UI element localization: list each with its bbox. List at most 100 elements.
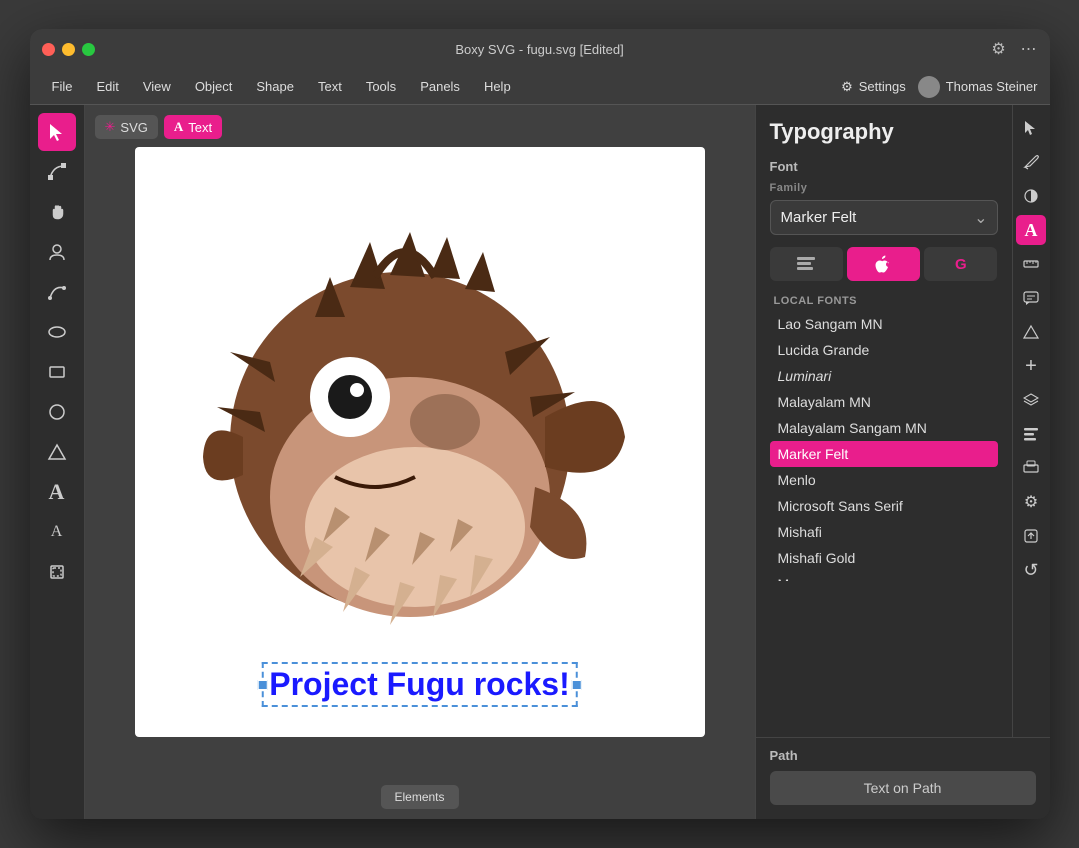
menu-tools[interactable]: Tools	[356, 75, 406, 98]
pan-tool[interactable]	[38, 193, 76, 231]
text-tool-small[interactable]: A	[38, 513, 76, 551]
user-name: Thomas Steiner	[946, 79, 1038, 94]
menu-panels[interactable]: Panels	[410, 75, 470, 98]
left-toolbar: A A	[30, 105, 85, 819]
close-button[interactable]	[42, 43, 55, 56]
export-panel-icon[interactable]	[1016, 521, 1046, 551]
font-item-mishafi[interactable]: Mishafi	[770, 519, 998, 545]
menu-view[interactable]: View	[133, 75, 181, 98]
menubar-right: ⚙ Settings Thomas Steiner	[841, 76, 1037, 98]
menu-shape[interactable]: Shape	[246, 75, 304, 98]
arch-icon	[1023, 460, 1039, 476]
plus-panel-icon[interactable]: +	[1016, 351, 1046, 381]
arch-panel-icon[interactable]	[1016, 453, 1046, 483]
panel-title: Typography	[770, 119, 998, 145]
canvas-surface[interactable]: Project Fugu rocks!	[135, 147, 705, 737]
font-item-malayalam-mn[interactable]: Malayalam MN	[770, 389, 998, 415]
font-item-marker-felt[interactable]: Marker Felt	[770, 441, 998, 467]
font-item-monaco[interactable]: Monaco	[770, 571, 998, 581]
menu-help[interactable]: Help	[474, 75, 521, 98]
circle-tool[interactable]	[38, 393, 76, 431]
cursor-panel-icon[interactable]	[1016, 113, 1046, 143]
align-icon	[1023, 426, 1039, 442]
font-family-select[interactable]: Marker Felt	[770, 200, 998, 235]
settings-button[interactable]: ⚙ Settings	[841, 79, 906, 95]
elements-button[interactable]: Elements	[380, 785, 458, 809]
menubar: File Edit View Object Shape Text Tools P…	[30, 69, 1050, 105]
text-handle-left[interactable]	[257, 680, 267, 690]
apple-fonts-tab[interactable]	[847, 247, 920, 281]
canvas-text-element[interactable]: Project Fugu rocks!	[261, 662, 578, 707]
font-section-label: Font	[770, 159, 998, 174]
google-fonts-tab[interactable]: G	[924, 247, 997, 281]
tab-svg-label: SVG	[120, 120, 147, 135]
triangle-panel-icon[interactable]	[1016, 317, 1046, 347]
contrast-panel-icon[interactable]	[1016, 181, 1046, 211]
menu-text[interactable]: Text	[308, 75, 352, 98]
main-content: A A ✳ SVG A Text	[30, 105, 1050, 819]
text-tool-large[interactable]: A	[38, 473, 76, 511]
app-window: Boxy SVG - fugu.svg [Edited] ⚙ ⋯ File Ed…	[30, 29, 1050, 819]
align-panel-icon[interactable]	[1016, 419, 1046, 449]
fugu-illustration	[175, 197, 665, 687]
menu-object[interactable]: Object	[185, 75, 243, 98]
pen-panel-icon[interactable]	[1016, 147, 1046, 177]
undo-panel-icon[interactable]: ↺	[1016, 555, 1046, 585]
cursor-icon	[1023, 120, 1039, 136]
comment-panel-icon[interactable]	[1016, 283, 1046, 313]
all-fonts-tab[interactable]	[770, 247, 843, 281]
tab-text[interactable]: A Text	[164, 115, 222, 139]
canvas-text-content: Project Fugu rocks!	[269, 666, 570, 702]
window-title: Boxy SVG - fugu.svg [Edited]	[455, 42, 623, 57]
apple-icon	[875, 255, 891, 273]
text-handle-right[interactable]	[572, 680, 582, 690]
node-tool[interactable]	[38, 153, 76, 191]
triangle-tool[interactable]	[38, 433, 76, 471]
font-item-malayalam-sangam[interactable]: Malayalam Sangam MN	[770, 415, 998, 441]
family-label: Family	[770, 182, 998, 194]
export-icon	[1023, 528, 1039, 544]
font-item-luminari[interactable]: Luminari	[770, 363, 998, 389]
maximize-button[interactable]	[82, 43, 95, 56]
contrast-icon	[1023, 188, 1039, 204]
all-fonts-icon	[797, 257, 815, 271]
font-family-dropdown[interactable]: Marker Felt	[770, 200, 998, 235]
canvas-area: ✳ SVG A Text	[85, 105, 755, 819]
settings-label: Settings	[859, 79, 906, 94]
path-section: Path Text on Path	[756, 737, 1050, 819]
crop-tool[interactable]	[38, 553, 76, 591]
canvas-tabs: ✳ SVG A Text	[95, 115, 223, 139]
comment-icon	[1023, 290, 1039, 306]
user-button[interactable]: Thomas Steiner	[918, 76, 1038, 98]
path-tool[interactable]	[38, 273, 76, 311]
right-panel: Typography Font Family Marker Felt	[755, 105, 1050, 819]
menu-edit[interactable]: Edit	[86, 75, 128, 98]
ellipse-tool[interactable]	[38, 313, 76, 351]
more-icon[interactable]: ⋯	[1020, 40, 1038, 58]
tab-svg[interactable]: ✳ SVG	[95, 115, 158, 139]
font-item-microsoft-sans[interactable]: Microsoft Sans Serif	[770, 493, 998, 519]
menu-file[interactable]: File	[42, 75, 83, 98]
rect-tool[interactable]	[38, 353, 76, 391]
typography-panel-icon[interactable]: A	[1016, 215, 1046, 245]
puzzle-icon[interactable]: ⚙	[990, 40, 1008, 58]
gear-panel-icon[interactable]: ⚙	[1016, 487, 1046, 517]
select-tool[interactable]	[38, 113, 76, 151]
layers-panel-icon[interactable]	[1016, 385, 1046, 415]
ruler-icon	[1023, 256, 1039, 272]
triangle-icon	[1023, 324, 1039, 340]
tab-text-label: Text	[188, 120, 212, 135]
ruler-panel-icon[interactable]	[1016, 249, 1046, 279]
font-source-tabs: G	[770, 247, 998, 281]
path-section-label: Path	[770, 748, 1036, 763]
text-on-path-button[interactable]: Text on Path	[770, 771, 1036, 805]
font-item-lao-sangam[interactable]: Lao Sangam MN	[770, 311, 998, 337]
titlebar: Boxy SVG - fugu.svg [Edited] ⚙ ⋯	[30, 29, 1050, 69]
font-item-mishafi-gold[interactable]: Mishafi Gold	[770, 545, 998, 571]
font-item-lucida-grande[interactable]: Lucida Grande	[770, 337, 998, 363]
font-item-menlo[interactable]: Menlo	[770, 467, 998, 493]
font-list-container: LOCAL FONTS Lao Sangam MN Lucida Grande …	[770, 291, 998, 581]
minimize-button[interactable]	[62, 43, 75, 56]
face-tool[interactable]	[38, 233, 76, 271]
right-icons: A	[1012, 105, 1050, 737]
